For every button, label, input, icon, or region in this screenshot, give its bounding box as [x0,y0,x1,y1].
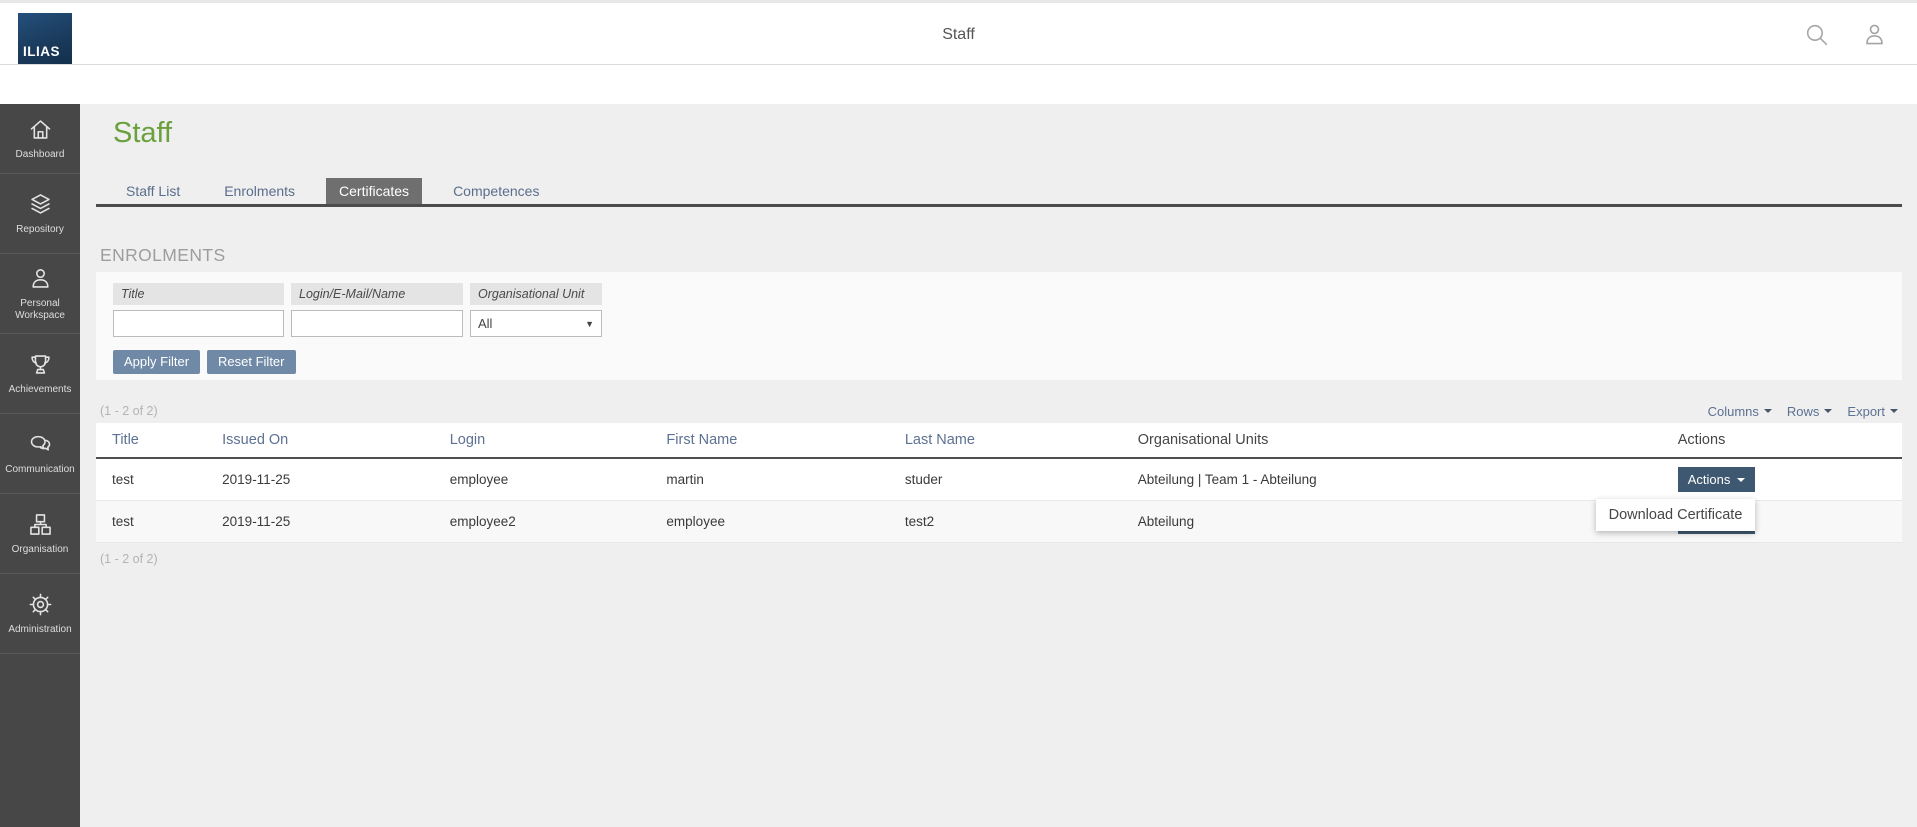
tab-enrolments[interactable]: Enrolments [211,178,308,204]
cell-title: test [96,458,206,501]
topbar-icons [1802,20,1889,49]
cell-last-name: test2 [889,501,1122,543]
column-header-title[interactable]: Title [96,423,206,458]
column-header-login[interactable]: Login [434,423,651,458]
sidebar-item-label: Personal Workspace [0,298,80,323]
cell-issued-on: 2019-11-25 [206,458,434,501]
sidebar-item-achievements[interactable]: Achievements [0,334,80,414]
select-arrow-icon: ▼ [585,319,594,329]
column-header-issued-on[interactable]: Issued On [206,423,434,458]
sidebar-item-label: Achievements [6,384,75,397]
sidebar-item-label: Repository [13,224,67,237]
cell-login: employee2 [434,501,651,543]
export-dropdown[interactable]: Export [1847,404,1898,419]
section-title: ENROLMENTS [100,245,1902,265]
sidebar-item-label: Organisation [9,544,72,557]
tab-staff-list[interactable]: Staff List [113,178,193,204]
cell-login: employee [434,458,651,501]
sidebar-item-label: Communication [2,464,77,477]
title-filter-input[interactable] [113,310,284,337]
table-header-row: Title Issued On Login First Name Last Na… [96,423,1902,458]
download-certificate-menu-item[interactable]: Download Certificate [1596,507,1756,523]
caret-down-icon [1824,409,1832,413]
table-controls: Columns Rows Export [1708,404,1898,419]
cell-first-name: employee [650,501,888,543]
search-icon[interactable] [1802,20,1831,49]
chat-icon [27,431,54,458]
caret-down-icon [1890,409,1898,413]
sidebar-item-label: Dashboard [13,149,68,162]
tab-certificates[interactable]: Certificates [326,178,422,204]
sidebar-item-organisation[interactable]: Organisation [0,494,80,574]
filter-label-org-unit: Organisational Unit [470,283,602,305]
result-count-bottom: (1 - 2 of 2) [100,552,1902,566]
filter-label-title: Title [113,283,284,305]
cell-first-name: martin [650,458,888,501]
gear-icon [27,591,54,618]
sidebar-item-communication[interactable]: Communication [0,414,80,494]
tab-competences[interactable]: Competences [440,178,552,204]
trophy-icon [27,351,54,378]
person-icon [27,265,54,292]
filter-panel: Title Login/E-Mail/Name Organisational U… [96,272,1902,380]
login-filter-input[interactable] [291,310,463,337]
sidebar-item-administration[interactable]: Administration [0,574,80,654]
filter-field-title: Title [113,283,284,337]
top-bar: ILIAS Staff [0,0,1917,65]
sidebar-item-dashboard[interactable]: Dashboard [0,104,80,174]
column-header-first-name[interactable]: First Name [650,423,888,458]
sidebar-item-personal-workspace[interactable]: Personal Workspace [0,254,80,334]
main-content: Staff Staff List Enrolments Certificates… [80,104,1917,827]
columns-dropdown[interactable]: Columns [1708,404,1772,419]
reset-filter-button[interactable]: Reset Filter [207,350,295,374]
sidebar-item-repository[interactable]: Repository [0,174,80,254]
sidebar: Dashboard Repository Personal Workspace … [0,104,80,827]
ilias-logo-text: ILIAS [23,44,60,59]
table-row: test 2019-11-25 employee martin studer A… [96,458,1902,501]
filter-field-login: Login/E-Mail/Name [291,283,463,337]
home-icon [27,116,54,143]
org-unit-select-value: All [478,316,492,331]
topbar-page-title: Staff [0,26,1917,44]
column-header-last-name[interactable]: Last Name [889,423,1122,458]
user-icon[interactable] [1860,20,1889,49]
rows-dropdown[interactable]: Rows [1787,404,1833,419]
cell-actions: Actions Download Certificate [1662,458,1902,501]
actions-button[interactable]: Actions [1678,467,1756,492]
result-count-top: (1 - 2 of 2) [100,404,158,418]
cell-last-name: studer [889,458,1122,501]
layers-icon [27,191,54,218]
tabs-bar: Staff List Enrolments Certificates Compe… [96,178,1902,207]
apply-filter-button[interactable]: Apply Filter [113,350,200,374]
sidebar-item-label: Administration [5,624,74,637]
certificates-table: Title Issued On Login First Name Last Na… [96,423,1902,543]
column-header-actions: Actions [1662,423,1902,458]
filter-field-org-unit: Organisational Unit All ▼ [470,283,602,337]
filter-label-login: Login/E-Mail/Name [291,283,463,305]
actions-dropdown-menu: Download Certificate [1596,499,1756,531]
page-title: Staff [113,118,1902,148]
cell-org-units: Abteilung | Team 1 - Abteilung [1122,458,1662,501]
org-unit-select[interactable]: All ▼ [470,310,602,337]
cell-org-units: Abteilung [1122,501,1662,543]
caret-down-icon [1737,478,1745,482]
caret-down-icon [1764,409,1772,413]
cell-issued-on: 2019-11-25 [206,501,434,543]
orgchart-icon [27,511,54,538]
cell-title: test [96,501,206,543]
column-header-org-units: Organisational Units [1122,423,1662,458]
